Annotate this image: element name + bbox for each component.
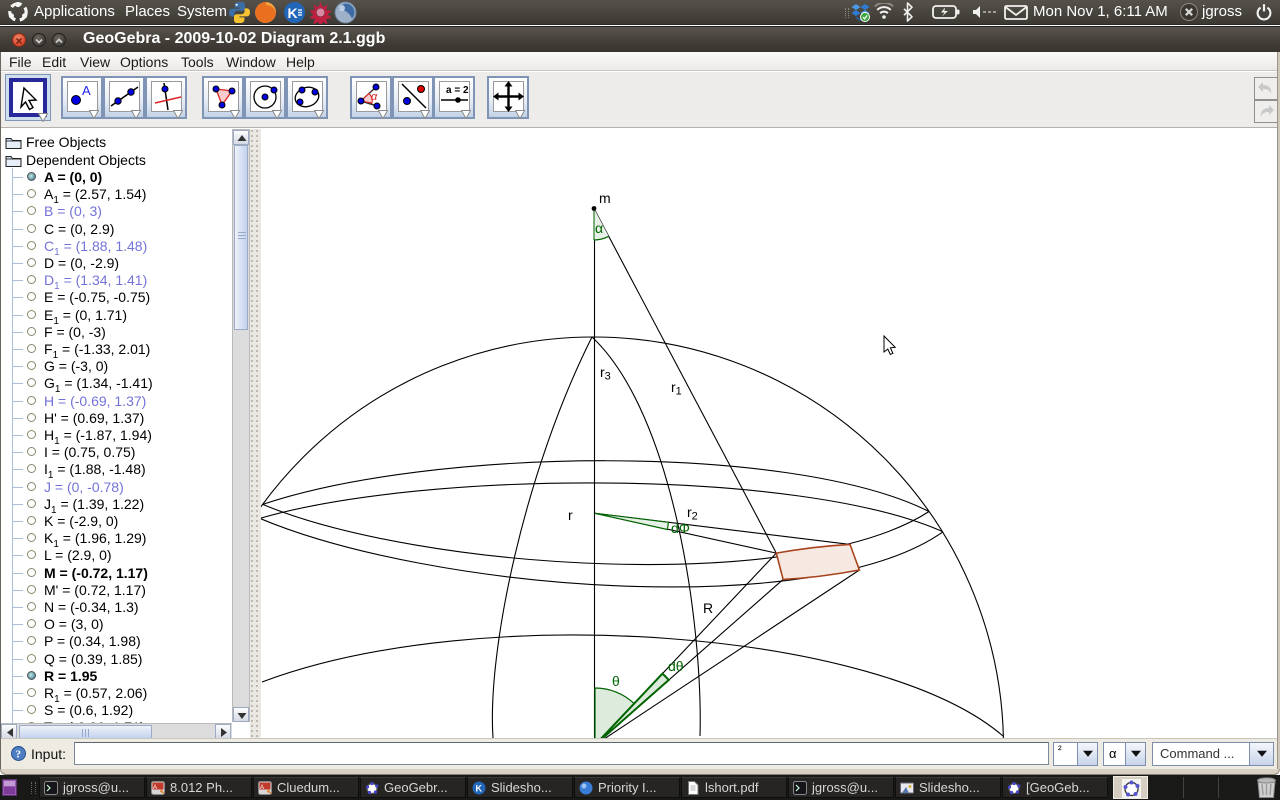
svg-text:R: R: [703, 600, 713, 616]
svg-text:dθ: dθ: [668, 658, 684, 674]
svg-text:K: K: [288, 5, 298, 21]
svg-text:A: A: [260, 785, 264, 791]
svg-text:A: A: [153, 785, 157, 791]
svg-text:r3: r3: [600, 364, 611, 383]
svg-text:α: α: [371, 91, 378, 103]
svg-text:r1: r1: [671, 379, 682, 398]
svg-text:m: m: [599, 190, 611, 206]
svg-text:dΦ: dΦ: [671, 520, 690, 536]
svg-text:θ: θ: [612, 673, 620, 689]
svg-text:A: A: [82, 83, 91, 98]
svg-text:r: r: [568, 507, 573, 523]
svg-text:?: ?: [16, 749, 22, 761]
svg-text:α: α: [595, 220, 603, 236]
svg-text:a = 2: a = 2: [446, 85, 469, 96]
svg-text:K: K: [476, 784, 483, 794]
